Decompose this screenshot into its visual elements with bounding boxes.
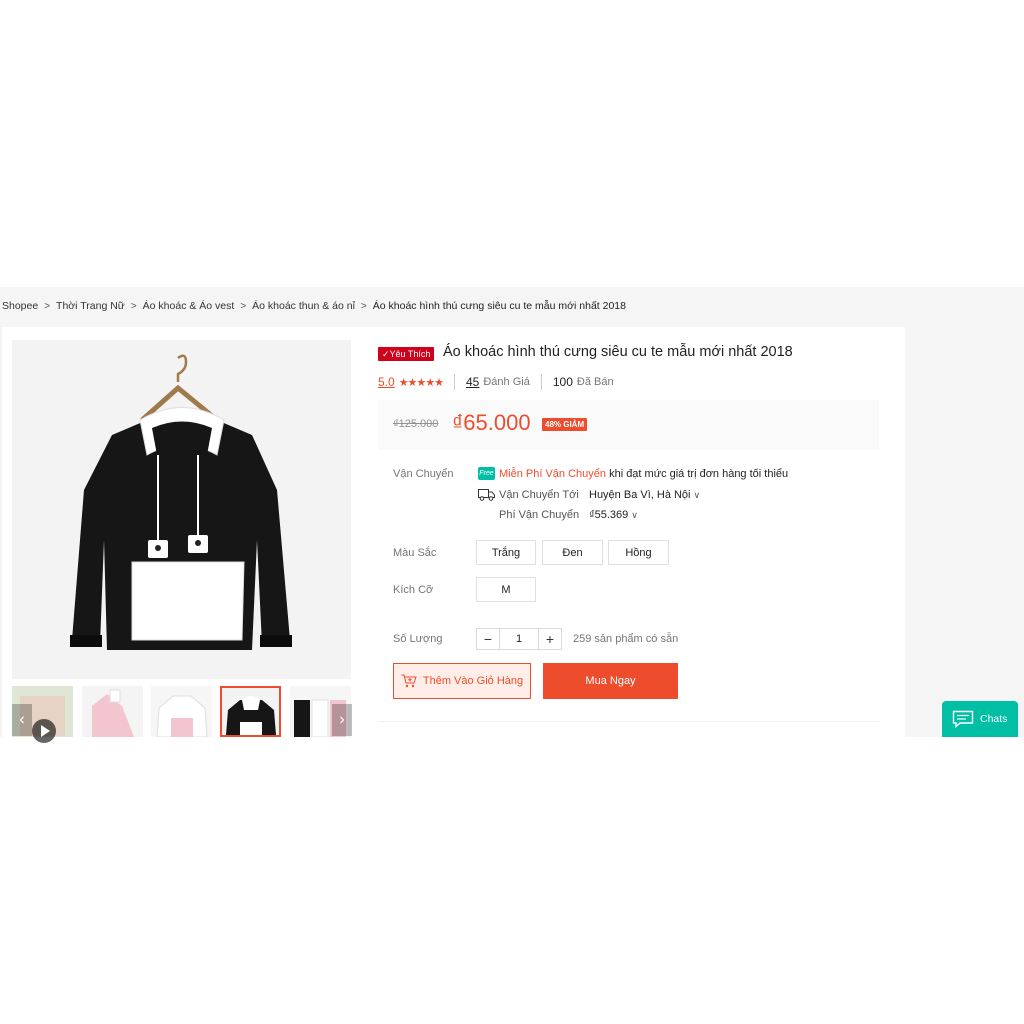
- section-divider: [378, 721, 879, 722]
- breadcrumb-item-hoodies[interactable]: Áo khoác thun & áo nỉ: [252, 300, 355, 312]
- thumbnail-image: [151, 686, 212, 737]
- original-price: ₫125.000: [393, 418, 439, 430]
- free-shipping-icon: Free: [478, 467, 495, 480]
- cart-icon: [401, 674, 417, 688]
- chevron-down-icon: ∨: [631, 510, 638, 520]
- truck-icon: [478, 489, 495, 501]
- quantity-input[interactable]: 1: [499, 629, 539, 649]
- thumbnail-3[interactable]: [151, 686, 212, 737]
- product-main-image[interactable]: [12, 340, 351, 679]
- thumbnail-image: [222, 688, 279, 735]
- breadcrumb-item-women-fashion[interactable]: Thời Trang Nữ: [56, 300, 125, 312]
- divider: [540, 374, 542, 390]
- ship-to-label: Vận Chuyển Tới: [499, 489, 579, 501]
- shipping-fee-value: ₫55.369: [589, 509, 629, 521]
- thumbnail-prev-arrow[interactable]: ‹: [12, 704, 32, 736]
- breadcrumb-separator: >: [360, 300, 367, 312]
- quantity-stepper: − 1 +: [476, 628, 562, 650]
- shipping-label: Vận Chuyển: [393, 468, 454, 480]
- breadcrumb-separator: >: [240, 300, 247, 312]
- chevron-down-icon: ∨: [693, 490, 701, 500]
- free-shipping-text: Miễn Phí Vận Chuyển khi đạt mức giá trị …: [499, 468, 788, 480]
- breadcrumb-current: Áo khoác hình thú cưng siêu cu te mẫu mớ…: [372, 300, 626, 312]
- rating-row: 5.0 ★★★★★ 45 Đánh Giá 100 Đã Bán: [378, 374, 614, 390]
- breadcrumb-item-shopee[interactable]: Shopee: [2, 300, 38, 312]
- breadcrumb-item-jackets[interactable]: Áo khoác & Áo vest: [143, 300, 235, 312]
- ship-to-dropdown[interactable]: Huyện Ba Vì, Hà Nội ∨: [589, 489, 700, 501]
- add-to-cart-button[interactable]: Thêm Vào Giỏ Hàng: [393, 663, 531, 699]
- chat-bubble-icon: [952, 710, 974, 728]
- breadcrumb: Shopee > Thời Trang Nữ > Áo khoác & Áo v…: [2, 300, 626, 312]
- hoodie-illustration: [12, 340, 351, 679]
- thumbnail-image: [82, 686, 143, 737]
- rating-value[interactable]: 5.0: [378, 375, 395, 389]
- breadcrumb-separator: >: [130, 300, 137, 312]
- color-option-pink[interactable]: Hồng: [608, 540, 669, 565]
- discount-badge: 48% GIẢM: [542, 418, 588, 431]
- review-label: Đánh Giá: [483, 376, 530, 388]
- review-count[interactable]: 45: [466, 375, 479, 389]
- breadcrumb-separator: >: [44, 300, 51, 312]
- chat-label: Chats: [980, 713, 1008, 725]
- shipping-fee-dropdown[interactable]: ₫55.369 ∨: [589, 509, 638, 521]
- favorite-badge-label: Yêu Thích: [389, 349, 431, 359]
- sale-price: ₫65.000: [452, 410, 531, 435]
- divider: [454, 374, 455, 390]
- size-label: Kích Cỡ: [393, 584, 434, 596]
- color-option-white[interactable]: Trắng: [476, 540, 536, 565]
- color-option-black[interactable]: Đen: [542, 540, 603, 565]
- thumbnail-2[interactable]: [82, 686, 143, 737]
- free-shipping-highlight: Miễn Phí Vận Chuyển: [499, 468, 607, 480]
- sold-count: 100: [552, 375, 573, 389]
- stock-available: 259 sản phẩm có sẵn: [573, 633, 679, 645]
- shipping-fee-label: Phí Vận Chuyển: [499, 509, 580, 521]
- star-rating-icon: ★★★★★: [398, 376, 444, 389]
- add-to-cart-label: Thêm Vào Giỏ Hàng: [422, 675, 524, 687]
- video-play-icon[interactable]: [32, 719, 56, 743]
- sold-label: Đã Bán: [576, 376, 614, 388]
- thumbnail-4-selected[interactable]: [220, 686, 281, 737]
- favorite-badge: ✓Yêu Thích: [378, 347, 435, 361]
- thumbnail-next-arrow[interactable]: ›: [332, 704, 352, 736]
- color-label: Màu Sắc: [393, 547, 437, 559]
- product-title: Áo khoác hình thú cưng siêu cu te mẫu mớ…: [443, 344, 793, 360]
- free-shipping-condition: khi đạt mức giá trị đơn hàng tối thiểu: [606, 468, 789, 480]
- quantity-decrease-button[interactable]: −: [477, 629, 499, 649]
- quantity-label: Số Lượng: [393, 633, 443, 645]
- size-option-m[interactable]: M: [476, 577, 536, 602]
- thumbnail-strip: ‹ ›: [12, 686, 352, 737]
- buy-now-button[interactable]: Mua Ngay: [543, 663, 678, 699]
- chat-button[interactable]: Chats: [942, 701, 1018, 737]
- quantity-increase-button[interactable]: +: [539, 629, 561, 649]
- ship-to-value: Huyện Ba Vì, Hà Nội: [589, 489, 691, 501]
